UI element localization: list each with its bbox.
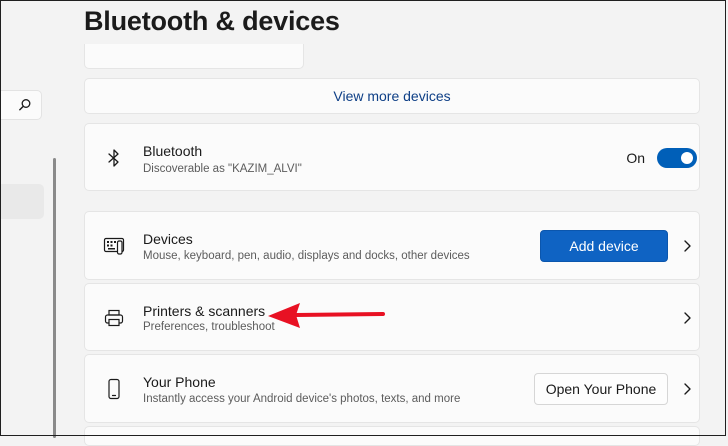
phone-icon (108, 378, 120, 400)
your-phone-card[interactable]: Your Phone Instantly access your Android… (84, 354, 700, 423)
toggle-knob (681, 152, 693, 164)
settings-search-box[interactable] (0, 90, 42, 120)
search-icon (19, 99, 31, 111)
nav-item-selected[interactable] (0, 184, 44, 219)
chevron-right-icon[interactable] (679, 310, 695, 326)
bluetooth-toggle-label: On (626, 150, 645, 166)
printer-icon (104, 309, 124, 327)
bluetooth-subtitle: Discoverable as "KAZIM_ALVI" (143, 163, 302, 175)
printers-scanners-title: Printers & scanners (143, 303, 266, 319)
devices-subtitle: Mouse, keyboard, pen, audio, displays an… (143, 250, 470, 262)
keyboard-device-icon (103, 237, 125, 255)
add-device-button[interactable]: Add device (540, 230, 668, 262)
nav-scrollbar[interactable] (53, 158, 56, 438)
printers-scanners-card[interactable]: Printers & scanners Preferences, trouble… (84, 283, 700, 351)
view-more-devices-button[interactable]: View more devices (84, 78, 700, 114)
printers-scanners-subtitle: Preferences, troubleshoot (143, 321, 275, 333)
page-title: Bluetooth & devices (84, 6, 340, 36)
view-more-devices-label: View more devices (333, 88, 451, 104)
annotation-arrow-icon (268, 303, 385, 328)
your-phone-title: Your Phone (143, 374, 216, 390)
bluetooth-title: Bluetooth (143, 143, 203, 159)
devices-card[interactable]: Devices Mouse, keyboard, pen, audio, dis… (84, 211, 700, 280)
open-your-phone-button[interactable]: Open Your Phone (534, 373, 668, 405)
devices-title: Devices (143, 231, 193, 247)
bluetooth-icon (108, 149, 119, 167)
next-card-partial (84, 426, 700, 446)
bluetooth-toggle[interactable] (657, 148, 697, 168)
chevron-right-icon[interactable] (679, 381, 695, 397)
chevron-right-icon[interactable] (679, 238, 695, 254)
bluetooth-card: Bluetooth Discoverable as "KAZIM_ALVI" O… (84, 123, 700, 191)
your-phone-subtitle: Instantly access your Android device's p… (143, 393, 461, 405)
device-card-partial (84, 44, 304, 69)
